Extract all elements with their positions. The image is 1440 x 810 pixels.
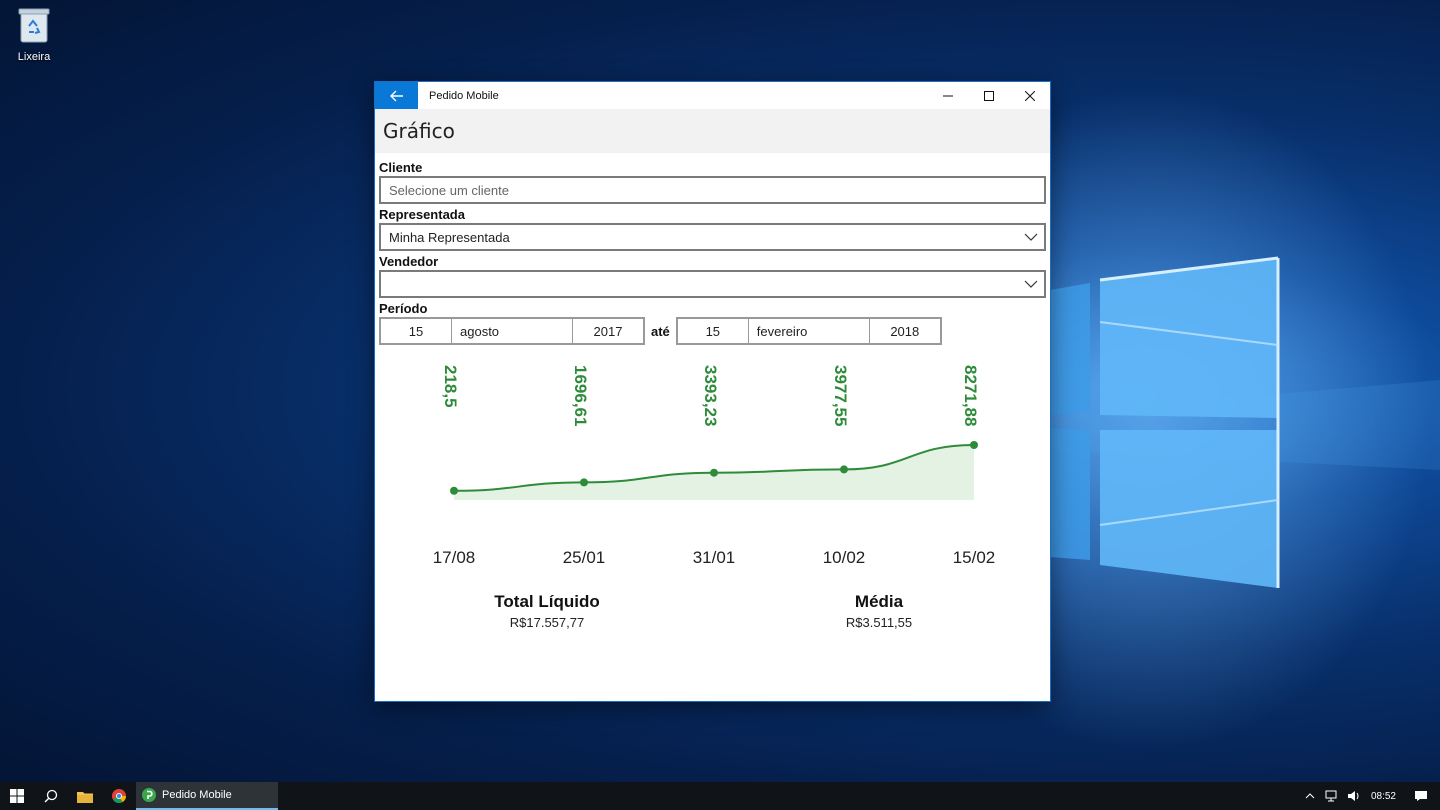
start-year[interactable]: 2017 bbox=[573, 319, 643, 343]
end-date-picker[interactable]: 15 fevereiro 2018 bbox=[675, 317, 942, 345]
sales-chart-svg: 218,5 17/08 1696,61 25/01 3393,23 31/01 3977,5… bbox=[433, 365, 996, 567]
chart-point bbox=[840, 465, 848, 474]
ate-label: até bbox=[651, 323, 670, 339]
clock[interactable]: 08:52 bbox=[1371, 791, 1396, 802]
maximize-button[interactable] bbox=[968, 82, 1009, 109]
summary-section: Total Líquido R$17.557,77 Média R$3.511,… bbox=[375, 592, 1050, 652]
minimize-icon bbox=[942, 95, 953, 96]
recycle-bin-icon bbox=[18, 8, 50, 43]
search-icon bbox=[44, 789, 58, 803]
chart-point bbox=[580, 478, 588, 487]
representada-value: Minha Representada bbox=[389, 229, 510, 245]
back-button[interactable] bbox=[375, 82, 418, 109]
arrow-left-icon bbox=[389, 90, 403, 101]
recycle-bin-shortcut[interactable]: Lixeira bbox=[10, 6, 58, 63]
folder-icon bbox=[77, 791, 93, 803]
cliente-field-box bbox=[379, 176, 1046, 204]
search-button[interactable] bbox=[34, 782, 68, 810]
close-button[interactable] bbox=[1009, 82, 1050, 109]
total-liquido-label: Total Líquido bbox=[494, 592, 600, 611]
start-day[interactable]: 15 bbox=[381, 319, 452, 343]
chart-category-label: 17/08 bbox=[433, 548, 476, 567]
representada-select[interactable]: Minha Representada bbox=[379, 223, 1046, 251]
speaker-icon bbox=[1347, 791, 1359, 801]
chart-point bbox=[710, 468, 718, 477]
representada-label: Representada bbox=[379, 207, 465, 222]
chart-category-label: 15/02 bbox=[953, 548, 996, 567]
taskbar-app-label: Pedido Mobile bbox=[162, 789, 232, 801]
chart-point bbox=[970, 441, 978, 449]
taskbar-app-pedido-mobile[interactable]: Pedido Mobile bbox=[136, 782, 278, 810]
vendedor-select[interactable] bbox=[379, 270, 1046, 298]
window-title: Pedido Mobile bbox=[429, 89, 499, 102]
chart-data-label: 3977,55 bbox=[831, 365, 850, 426]
tray-overflow-button[interactable] bbox=[1299, 782, 1321, 810]
vendedor-label: Vendedor bbox=[379, 254, 439, 269]
chevron-up-icon bbox=[1305, 793, 1315, 799]
start-button[interactable] bbox=[0, 782, 34, 810]
end-year[interactable]: 2018 bbox=[870, 319, 940, 343]
network-button[interactable] bbox=[1321, 782, 1343, 810]
chevron-down-icon bbox=[1024, 233, 1038, 241]
app-window: Pedido Mobile Gráfico Cliente Representa… bbox=[374, 81, 1051, 702]
pedido-mobile-app-icon bbox=[142, 788, 156, 802]
total-liquido-value: R$17.557,77 bbox=[509, 615, 585, 630]
cliente-input[interactable] bbox=[389, 182, 1044, 198]
system-tray: 08:52 bbox=[1299, 782, 1440, 810]
media-label: Média bbox=[854, 592, 904, 611]
windows-icon bbox=[10, 789, 24, 803]
page-title: Gráfico bbox=[383, 119, 455, 143]
action-center-button[interactable] bbox=[1410, 782, 1432, 810]
end-day[interactable]: 15 bbox=[678, 319, 749, 343]
close-icon bbox=[1024, 90, 1035, 101]
cliente-label: Cliente bbox=[379, 160, 423, 175]
start-date-picker[interactable]: 15 agosto 2017 bbox=[379, 317, 645, 345]
file-explorer-button[interactable] bbox=[68, 782, 102, 810]
chart-data-label: 8271,88 bbox=[961, 365, 980, 426]
chart-point bbox=[450, 486, 458, 495]
minimize-button[interactable] bbox=[927, 82, 968, 109]
periodo-label: Período bbox=[379, 301, 428, 316]
media-block: Média R$3.511,55 bbox=[779, 592, 979, 630]
network-icon bbox=[1325, 790, 1337, 802]
notification-icon bbox=[1415, 791, 1427, 801]
title-bar: Pedido Mobile bbox=[375, 82, 1050, 109]
period-row: 15 agosto 2017 até 15 fevereiro 2018 bbox=[379, 317, 1046, 345]
recycle-bin-label: Lixeira bbox=[17, 51, 51, 63]
chart-category-label: 10/02 bbox=[823, 548, 866, 567]
chart-category-label: 31/01 bbox=[693, 548, 736, 567]
media-value: R$3.511,55 bbox=[845, 615, 913, 630]
maximize-icon bbox=[983, 90, 994, 101]
sales-chart: 218,5 17/08 1696,61 25/01 3393,23 31/01 3977,5… bbox=[375, 349, 1050, 585]
end-month[interactable]: fevereiro bbox=[749, 319, 870, 343]
chevron-down-icon bbox=[1024, 280, 1038, 288]
page-header: Gráfico bbox=[375, 109, 1050, 153]
taskbar: Pedido Mobile 08:52 bbox=[0, 782, 1440, 810]
chrome-button[interactable] bbox=[102, 782, 136, 810]
chart-data-label: 1696,61 bbox=[571, 365, 590, 426]
filter-form: Cliente Representada Minha Representada … bbox=[375, 153, 1050, 345]
chart-category-label: 25/01 bbox=[563, 548, 606, 567]
chart-data-label: 218,5 bbox=[441, 365, 460, 408]
chrome-icon bbox=[112, 789, 126, 803]
total-liquido-block: Total Líquido R$17.557,77 bbox=[447, 592, 647, 630]
chart-data-label: 3393,23 bbox=[701, 365, 720, 426]
start-month[interactable]: agosto bbox=[452, 319, 573, 343]
volume-button[interactable] bbox=[1343, 782, 1365, 810]
